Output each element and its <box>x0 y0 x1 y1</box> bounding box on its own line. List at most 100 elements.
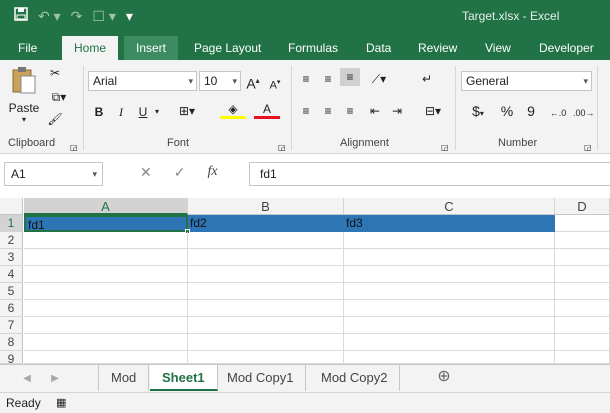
tab-file[interactable]: File <box>8 36 47 60</box>
align-right-icon[interactable]: ≡ <box>342 102 358 120</box>
cell-b1[interactable]: fd2 <box>188 215 344 232</box>
cell-d1[interactable] <box>555 215 610 232</box>
cell-c1[interactable]: fd3 <box>344 215 555 232</box>
sheet-tab-mod[interactable]: Mod <box>98 365 150 391</box>
grid-cell[interactable] <box>188 300 344 317</box>
insert-function-button[interactable]: fx <box>207 164 217 181</box>
grid-cell[interactable] <box>555 300 610 317</box>
column-header-c[interactable]: C <box>344 198 555 215</box>
wrap-text-icon[interactable]: ↵ <box>418 70 436 88</box>
tab-data[interactable]: Data <box>356 36 401 60</box>
column-header-a[interactable]: A <box>24 198 188 215</box>
grid-cell[interactable] <box>555 266 610 283</box>
grid-cell[interactable] <box>555 232 610 249</box>
save-icon[interactable] <box>14 6 28 26</box>
redo-icon[interactable]: ↷ <box>71 6 83 26</box>
sheet-tab-mod-copy2[interactable]: Mod Copy2 <box>309 365 401 391</box>
increase-indent-icon[interactable]: ⇥ <box>388 102 406 120</box>
row-header[interactable]: 3 <box>0 249 23 266</box>
macro-record-icon[interactable]: ▦ <box>56 393 66 413</box>
copy-icon[interactable]: ⧉▾ <box>46 88 72 106</box>
bottom-align-icon[interactable]: ≡ <box>340 68 360 86</box>
select-all-button[interactable] <box>0 198 23 215</box>
grid-cell[interactable] <box>24 283 188 300</box>
font-color-icon[interactable]: A <box>254 100 280 119</box>
grid-cell[interactable] <box>24 300 188 317</box>
align-center-icon[interactable]: ≡ <box>320 102 336 120</box>
row-header[interactable]: 8 <box>0 334 23 351</box>
grow-font-icon[interactable]: A▴ <box>246 72 260 93</box>
underline-button[interactable]: U <box>136 103 150 121</box>
grid-cell[interactable] <box>24 351 188 364</box>
number-format-combo[interactable]: General ▾ <box>461 71 592 91</box>
italic-button[interactable]: I <box>114 103 128 121</box>
grid-cell[interactable] <box>24 266 188 283</box>
column-header-d[interactable]: D <box>555 198 610 215</box>
grid-cell[interactable] <box>188 249 344 266</box>
percent-button[interactable]: % <box>499 102 515 120</box>
fill-color-icon[interactable]: ◈ <box>220 100 246 119</box>
sheet-tab-mod-copy1[interactable]: Mod Copy1 <box>215 365 307 391</box>
column-header-b[interactable]: B <box>188 198 344 215</box>
customize-icon[interactable]: ▾ <box>126 6 133 26</box>
grid-cell[interactable] <box>344 283 555 300</box>
tab-page-layout[interactable]: Page Layout <box>184 36 271 60</box>
comma-button[interactable]: 9 <box>523 102 539 120</box>
grid-cell[interactable] <box>188 351 344 364</box>
align-left-icon[interactable]: ≡ <box>298 102 314 120</box>
decrease-decimal-icon[interactable]: .00→ <box>573 104 595 122</box>
grid-cell[interactable] <box>344 317 555 334</box>
grid-cell[interactable] <box>344 300 555 317</box>
grid-cell[interactable] <box>24 249 188 266</box>
tab-home[interactable]: Home <box>62 36 118 60</box>
grid-cell[interactable] <box>344 334 555 351</box>
row-header[interactable]: 6 <box>0 300 23 317</box>
tab-review[interactable]: Review <box>408 36 467 60</box>
worksheet-grid[interactable]: A B C D 1 2 3 4 5 6 7 8 9 fd1 fd2 fd3 <box>0 198 610 366</box>
grid-cell[interactable] <box>555 317 610 334</box>
font-name-combo[interactable]: Arial ▾ <box>88 71 197 91</box>
bold-button[interactable]: B <box>92 103 106 121</box>
grid-cell[interactable] <box>188 334 344 351</box>
shrink-font-icon[interactable]: A▾ <box>268 74 282 95</box>
top-align-icon[interactable]: ≡ <box>298 70 314 88</box>
enter-icon[interactable]: ✓ <box>174 164 186 181</box>
grid-cell[interactable] <box>24 334 188 351</box>
format-painter-icon[interactable]: 🖌 <box>46 110 64 128</box>
orientation-icon[interactable]: ⟋▾ <box>366 70 392 88</box>
grid-cell[interactable] <box>344 232 555 249</box>
row-header[interactable]: 2 <box>0 232 23 249</box>
grid-cell[interactable] <box>555 351 610 364</box>
formula-input[interactable]: fd1 <box>249 162 610 186</box>
name-box[interactable]: A1 ▾ <box>4 162 103 186</box>
scroll-right-icon[interactable]: ▶ <box>50 370 60 388</box>
grid-cell[interactable] <box>24 232 188 249</box>
paste-button[interactable]: Paste ▾ <box>8 66 40 124</box>
decrease-indent-icon[interactable]: ⇤ <box>366 102 384 120</box>
tab-insert[interactable]: Insert <box>124 36 178 60</box>
currency-button[interactable]: $▾ <box>465 102 491 123</box>
grid-cell[interactable] <box>344 266 555 283</box>
tab-developer[interactable]: Developer <box>529 36 604 60</box>
sheet-tab-sheet1[interactable]: Sheet1 <box>150 365 218 391</box>
cancel-icon[interactable]: ✕ <box>140 164 152 181</box>
row-header[interactable]: 7 <box>0 317 23 334</box>
grid-cell[interactable] <box>188 317 344 334</box>
increase-decimal-icon[interactable]: ←.0 <box>549 104 567 122</box>
grid-cell[interactable] <box>344 351 555 364</box>
font-size-combo[interactable]: 10 ▾ <box>199 71 241 91</box>
undo-icon[interactable]: ↶ ▾ <box>38 6 61 26</box>
tab-view[interactable]: View <box>475 36 521 60</box>
cut-icon[interactable]: ✂ <box>46 64 64 82</box>
grid-cell[interactable] <box>188 283 344 300</box>
grid-cell[interactable] <box>555 249 610 266</box>
row-header[interactable]: 5 <box>0 283 23 300</box>
grid-cell[interactable] <box>24 317 188 334</box>
borders-icon[interactable]: ⊞▾ <box>174 102 200 120</box>
row-header[interactable]: 4 <box>0 266 23 283</box>
add-sheet-icon[interactable]: ⊕ <box>434 368 454 386</box>
row-header[interactable]: 9 <box>0 351 23 366</box>
grid-cell[interactable] <box>555 334 610 351</box>
touch-mode-icon[interactable]: ☐ ▾ <box>92 6 115 26</box>
tab-formulas[interactable]: Formulas <box>278 36 348 60</box>
